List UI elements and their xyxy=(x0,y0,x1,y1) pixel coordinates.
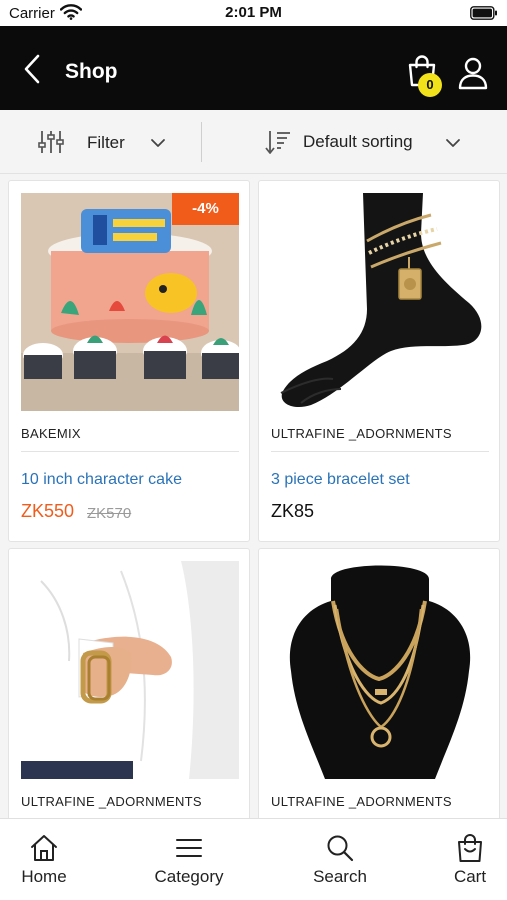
product-vendor[interactable]: ULTRAFINE _ADORNMENTS xyxy=(271,794,452,809)
filter-sort-bar: Filter Default sorting xyxy=(0,110,507,174)
product-card[interactable]: -4% BAKEMIX 10 inch character cake ZK550… xyxy=(8,180,250,542)
nav-label: Home xyxy=(21,867,67,886)
nav-label: Category xyxy=(154,867,224,886)
product-image-anklet[interactable] xyxy=(271,193,489,411)
product-vendor[interactable]: ULTRAFINE _ADORNMENTS xyxy=(21,794,202,809)
shop-screen: Carrier 2:01 PM Shop 0 Filter Default so… xyxy=(0,0,507,900)
nav-search[interactable]: Search xyxy=(300,819,380,900)
product-card[interactable]: ULTRAFINE _ADORNMENTS xyxy=(258,548,500,848)
page-title: Shop xyxy=(65,60,118,83)
battery-icon xyxy=(470,6,497,20)
filter-label: Filter xyxy=(87,133,125,152)
anklet-image xyxy=(271,193,489,411)
product-card[interactable]: ULTRAFINE _ADORNMENTS xyxy=(8,548,250,848)
bag-icon xyxy=(458,834,482,862)
sort-icon xyxy=(265,131,290,154)
product-vendor[interactable]: ULTRAFINE _ADORNMENTS xyxy=(271,426,452,441)
bottom-nav: Home Category Search Cart xyxy=(0,818,507,900)
menu-icon xyxy=(176,839,202,857)
nav-label: Cart xyxy=(453,867,487,886)
home-icon xyxy=(31,835,57,861)
sliders-icon xyxy=(38,131,64,153)
toolbar-divider xyxy=(201,122,202,162)
back-button[interactable] xyxy=(18,52,48,86)
product-name[interactable]: 3 piece bracelet set xyxy=(271,471,410,489)
product-image-bracelet[interactable] xyxy=(21,561,239,779)
filter-button[interactable]: Filter xyxy=(34,122,184,162)
necklace-image xyxy=(271,561,489,779)
status-bar: Carrier 2:01 PM xyxy=(0,0,507,26)
product-price: ZK85 xyxy=(271,501,315,521)
nav-cart[interactable]: Cart xyxy=(432,819,507,900)
chevron-down-icon xyxy=(151,139,165,147)
chevron-down-icon xyxy=(446,139,460,147)
nav-home[interactable]: Home xyxy=(4,819,84,900)
nav-label: Search xyxy=(313,867,367,886)
card-divider xyxy=(271,451,489,452)
product-sale-price: ZK550 xyxy=(21,501,75,521)
cake-image xyxy=(21,193,239,411)
discount-badge: -4% xyxy=(172,193,239,225)
account-button[interactable] xyxy=(457,56,489,90)
sort-dropdown[interactable]: Default sorting xyxy=(262,122,472,162)
sort-label: Default sorting xyxy=(303,132,413,151)
product-original-price: ZK570 xyxy=(87,505,132,522)
card-divider xyxy=(21,451,239,452)
clock: 2:01 PM xyxy=(225,4,282,21)
nav-category[interactable]: Category xyxy=(144,819,234,900)
cart-count-badge: 0 xyxy=(418,73,442,97)
product-name[interactable]: 10 inch character cake xyxy=(21,471,182,489)
search-icon xyxy=(327,835,354,862)
bracelet-image xyxy=(21,561,239,779)
app-header: Shop 0 xyxy=(0,26,507,110)
product-card[interactable]: ULTRAFINE _ADORNMENTS 3 piece bracelet s… xyxy=(258,180,500,542)
product-image-cake[interactable]: -4% xyxy=(21,193,239,411)
product-image-necklace[interactable] xyxy=(271,561,489,779)
product-vendor[interactable]: BAKEMIX xyxy=(21,426,81,441)
